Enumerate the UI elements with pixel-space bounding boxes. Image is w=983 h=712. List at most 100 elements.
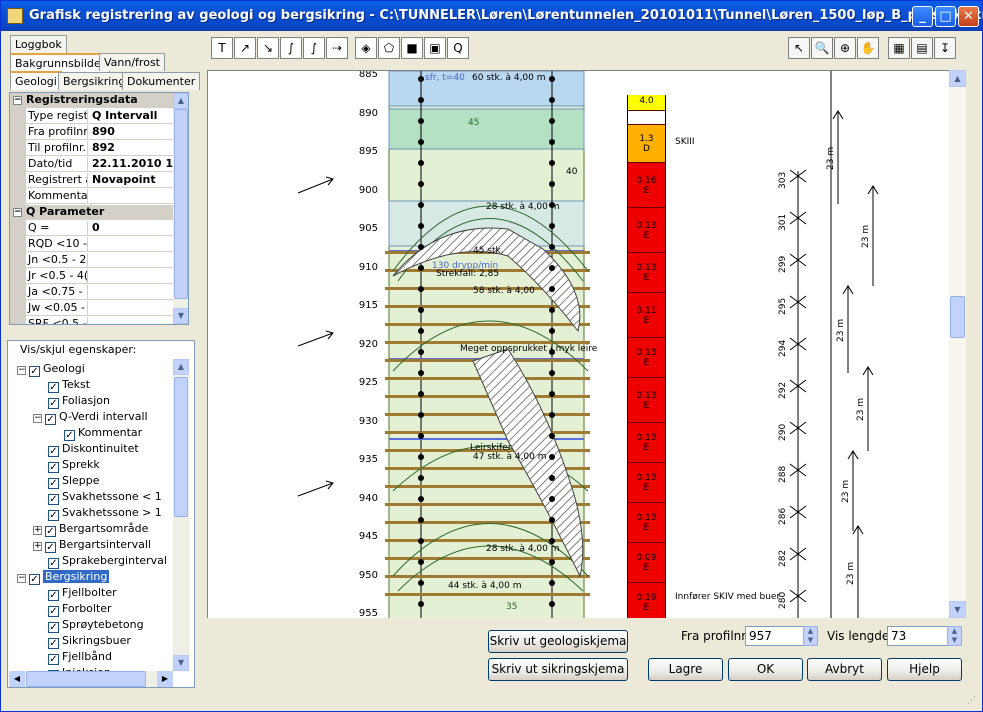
property-row[interactable]: Fra profilnr. 890 [10, 125, 176, 140]
zoom-icon[interactable]: 🔍 [811, 37, 833, 59]
tree-item[interactable]: ✓ Svakhetssone < 1 [33, 490, 162, 506]
vis-lengde-spinner[interactable]: ▲ ▼ [947, 626, 962, 646]
checkbox[interactable]: ✓ [48, 638, 59, 649]
tab-vann-frost[interactable]: Vann/frost [99, 53, 165, 71]
property-scrollbar[interactable]: ▲ ▼ [173, 93, 188, 324]
expand-icon[interactable]: − [17, 574, 26, 583]
interval-tool-icon[interactable]: ⬠ [378, 37, 400, 59]
tree-item[interactable]: ✓ Sprakeberginterval [33, 554, 167, 570]
q-value-cell[interactable] [627, 111, 666, 125]
fill-tool-icon[interactable]: ■ [401, 37, 423, 59]
tree-item[interactable]: + ✓ Bergartsintervall [33, 538, 151, 554]
tree-scrollbar[interactable]: ▲ ▼ [173, 359, 189, 671]
tree-item[interactable]: − ✓ Bergsikring [17, 570, 110, 586]
tab-dokumenter[interactable]: Dokumenter [122, 72, 201, 90]
tree-item[interactable]: ✓ Svakhetssone > 1 [33, 506, 162, 522]
tree-item[interactable]: ✓ Sprekk [33, 458, 100, 474]
checkbox[interactable]: ✓ [45, 526, 56, 537]
tree-item[interactable]: ✓ Foliasjon [33, 394, 110, 410]
collapse-icon[interactable]: − [13, 96, 22, 105]
property-value[interactable]: 0 [90, 221, 100, 234]
tab-geologi[interactable]: Geologi [10, 71, 62, 90]
property-value[interactable]: Q Intervall [90, 109, 157, 122]
q-value-cell[interactable]: 1.3 D [627, 125, 666, 163]
collapse-icon[interactable]: − [13, 208, 22, 217]
crack-tool-icon[interactable]: ∫ [303, 37, 325, 59]
property-row[interactable]: Jn <0.5 - 20 [10, 253, 176, 268]
property-row[interactable]: Type registr Q Intervall [10, 109, 176, 124]
expand-icon[interactable]: − [33, 414, 42, 423]
minimize-button[interactable]: _ [912, 6, 933, 27]
checkbox[interactable]: ✓ [48, 510, 59, 521]
lagre-button[interactable]: Lagre [648, 658, 723, 681]
dip-tool-icon[interactable]: ↘ [257, 37, 279, 59]
ok-button[interactable]: OK [728, 658, 803, 681]
select-pointer-icon[interactable]: ↖ [788, 37, 810, 59]
property-grid[interactable]: − Registreringsdata Type registr Q Interval… [9, 92, 189, 325]
tree-item[interactable]: ✓ Tekst [33, 378, 90, 394]
checkbox[interactable]: ✓ [48, 622, 59, 633]
close-button[interactable]: ✕ [958, 6, 979, 27]
q-value-cell[interactable]: 0.13 E [627, 253, 666, 293]
q-value-cell[interactable]: 0.19 E [627, 583, 666, 618]
property-row[interactable]: Kommentar [10, 189, 176, 204]
tree-item[interactable]: ✓ Diskontinuitet [33, 442, 139, 458]
checkbox[interactable]: ✓ [48, 558, 59, 569]
expand-icon[interactable]: − [17, 366, 26, 375]
checkbox[interactable]: ✓ [29, 366, 40, 377]
q-tool-icon[interactable]: Q [447, 37, 469, 59]
export-icon[interactable]: ↧ [934, 37, 956, 59]
property-value[interactable]: 22.11.2010 16 [90, 157, 176, 170]
tree-item[interactable]: + ✓ Bergartsområde [33, 522, 148, 538]
checkbox[interactable]: ✓ [48, 462, 59, 473]
q-value-cell[interactable]: 0.13 E [627, 378, 666, 423]
q-value-cell[interactable]: 0.13 E [627, 423, 666, 463]
checkbox[interactable]: ✓ [29, 574, 40, 585]
q-value-cell[interactable]: 0.13 E [627, 503, 666, 543]
q-value-cell[interactable]: 0.09 E [627, 543, 666, 583]
property-row[interactable]: Jr <0.5 - 4(5 [10, 269, 176, 284]
property-value[interactable]: 892 [90, 141, 115, 154]
q-value-cell[interactable]: 0.13 E [627, 208, 666, 253]
q-value-cell[interactable]: 4.0 [627, 95, 666, 111]
expand-icon[interactable]: + [33, 526, 42, 535]
tab-bergsikring[interactable]: Bergsikring [58, 72, 131, 90]
tree-item[interactable]: ✓ Forbolter [33, 602, 112, 618]
expand-icon[interactable]: + [33, 542, 42, 551]
title-bar[interactable]: Grafisk registrering av geologi og bergs… [1, 1, 983, 31]
tree-item[interactable]: ✓ Sikringsbuer [33, 634, 131, 650]
property-row[interactable]: Registrert a Novapoint [10, 173, 176, 188]
fra-profil-input[interactable]: 957 [745, 626, 805, 646]
zone-tool-icon[interactable]: ⇢ [326, 37, 348, 59]
q-value-cell[interactable]: 0.11 E [627, 293, 666, 338]
property-value[interactable]: Novapoint [90, 173, 156, 186]
print-support-button[interactable]: Skriv ut sikringskjema [488, 658, 628, 681]
hjelp-button[interactable]: Hjelp [887, 658, 962, 681]
tree-item[interactable]: − ✓ Geologi [17, 362, 85, 378]
fra-profil-spinner[interactable]: ▲ ▼ [803, 626, 818, 646]
tree-item[interactable]: ✓ Fjellbolter [33, 586, 117, 602]
checkbox[interactable]: ✓ [48, 382, 59, 393]
checkbox[interactable]: ✓ [48, 654, 59, 665]
q-value-cell[interactable]: 0.13 E [627, 463, 666, 503]
tab-loggbok[interactable]: Loggbok [10, 35, 67, 53]
frame-tool-icon[interactable]: ▣ [424, 37, 446, 59]
checkbox[interactable]: ✓ [45, 542, 56, 553]
property-row[interactable]: RQD <10 - [10, 237, 176, 252]
drawing-canvas[interactable]: 885 890 895 900 905 910 915 920 925 930 935 940 945 9… [207, 70, 949, 618]
print-geology-button[interactable]: Skriv ut geologiskjema [488, 630, 628, 653]
q-value-cell[interactable]: 0.16 E [627, 163, 666, 208]
zoom-extents-icon[interactable]: ⊕ [834, 37, 856, 59]
category-registreringsdata[interactable]: − Registreringsdata [10, 93, 176, 108]
tree-item[interactable]: − ✓ Q-Verdi intervall [33, 410, 148, 426]
property-row[interactable]: Ja <0.75 - 2 [10, 285, 176, 300]
tree-hscrollbar[interactable]: ◀ ▶ [9, 671, 173, 687]
category-q-parameter[interactable]: − Q Parameter [10, 205, 176, 220]
maximize-button[interactable]: □ [935, 6, 956, 27]
checkbox[interactable]: ✓ [48, 590, 59, 601]
property-row[interactable]: Til profilnr. 892 [10, 141, 176, 156]
foliation-tool-icon[interactable]: ↗ [234, 37, 256, 59]
text-tool-icon[interactable]: T [211, 37, 233, 59]
property-value[interactable]: 890 [90, 125, 115, 138]
checkbox[interactable]: ✓ [48, 478, 59, 489]
